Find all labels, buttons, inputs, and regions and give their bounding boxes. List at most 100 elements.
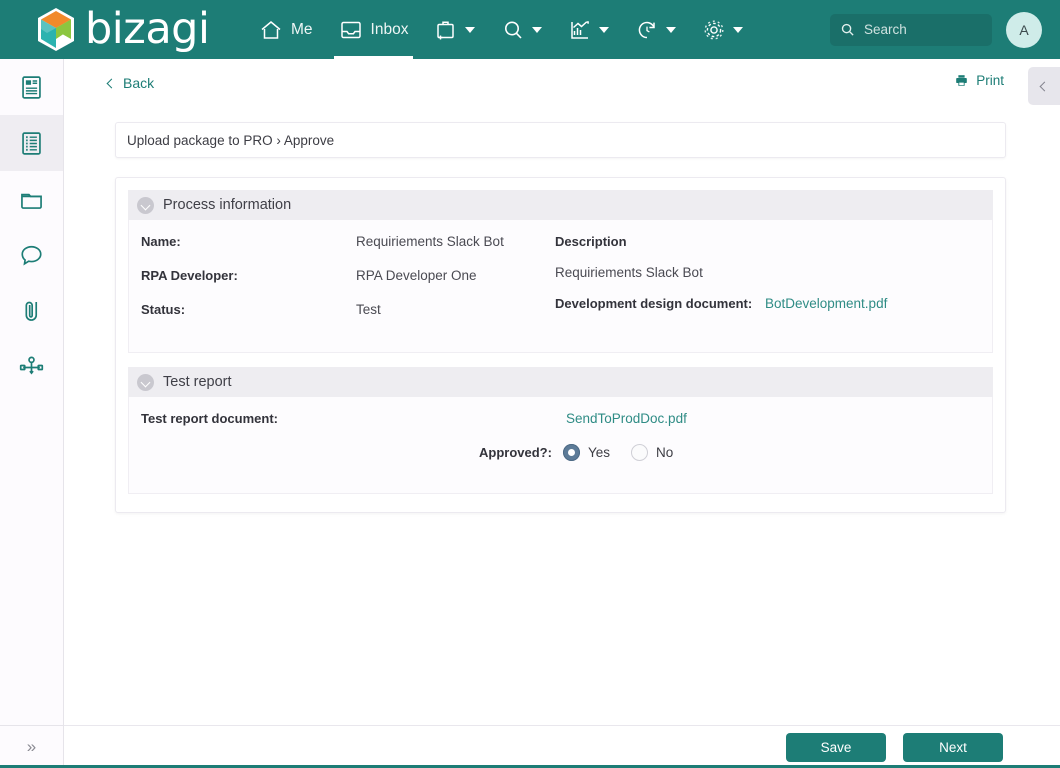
section-body-test-report: Test report document: SendToProdDoc.pdf … xyxy=(128,397,993,494)
field-label-name: Name: xyxy=(141,234,181,249)
section-header-process-information[interactable]: Process information xyxy=(128,190,993,220)
sidebar-item-attachments[interactable] xyxy=(0,283,63,339)
field-test-report-document: Test report document: SendToProdDoc.pdf xyxy=(129,411,992,426)
chevron-down-icon-analytics xyxy=(599,26,610,33)
field-label-test-report-document: Test report document: xyxy=(141,411,278,426)
section-body-process-information: Name: Requiriements Slack Bot RPA Develo… xyxy=(128,220,993,353)
chevron-down-icon-process-information[interactable] xyxy=(137,196,154,214)
chevron-left-icon-back xyxy=(106,78,117,88)
field-development-design-document: Development design document: BotDevelopm… xyxy=(555,296,992,327)
comment-bubble-icon xyxy=(21,245,42,266)
breadcrumb-text: Upload package to PRO › Approve xyxy=(127,132,335,148)
bizagi-work-portal: bizagi Me Inbox Search A » Back Print Up… xyxy=(0,0,1060,768)
search-box[interactable] xyxy=(830,13,992,46)
breadcrumb: Upload package to PRO › Approve xyxy=(115,122,1006,158)
field-label-development-design-document: Development design document: xyxy=(555,296,753,311)
avatar-initial: A xyxy=(1019,21,1029,38)
left-icon-rail: » xyxy=(0,59,64,768)
field-value-status: Test xyxy=(356,302,381,317)
section-header-test-report[interactable]: Test report xyxy=(128,367,993,397)
chevron-down-icon-new-case xyxy=(465,26,476,33)
field-description-label: Description xyxy=(555,234,992,265)
process-flow-icon xyxy=(19,356,44,374)
print-label: Print xyxy=(976,73,1004,88)
header-right-group: A xyxy=(830,11,1060,48)
radio-option-no[interactable]: No xyxy=(630,444,674,461)
back-button[interactable]: Back xyxy=(106,75,155,91)
link-bot-development-pdf[interactable]: BotDevelopment.pdf xyxy=(765,296,887,311)
search-icon xyxy=(841,23,854,36)
nav-item-search[interactable] xyxy=(488,0,555,59)
radio-button-no[interactable] xyxy=(630,444,648,461)
field-label-status: Status: xyxy=(141,302,186,317)
sidebar-item-folders[interactable] xyxy=(0,171,63,227)
avatar[interactable]: A xyxy=(1006,11,1042,48)
radio-label-no: No xyxy=(655,445,674,460)
field-approved: Approved?: Yes No xyxy=(129,444,992,461)
link-send-to-prod-doc-pdf[interactable]: SendToProdDoc.pdf xyxy=(566,411,687,426)
form-footer: Save Next xyxy=(64,725,1060,768)
nav-item-analytics[interactable] xyxy=(555,0,622,59)
radio-button-yes[interactable] xyxy=(562,444,580,461)
field-status: Status: Test xyxy=(141,302,554,336)
field-label-description: Description xyxy=(555,234,627,249)
printer-icon xyxy=(956,75,968,86)
section-title-process-information: Process information xyxy=(163,197,292,213)
refresh-clock-icon xyxy=(639,21,656,38)
sidebar-item-comments[interactable] xyxy=(0,227,63,283)
field-label-rpa-developer: RPA Developer: xyxy=(141,268,238,283)
chevron-left-icon-collapse xyxy=(1039,81,1049,91)
field-label-approved: Approved?: xyxy=(479,445,552,460)
search-input[interactable] xyxy=(864,22,982,37)
nav-item-settings[interactable] xyxy=(689,0,756,59)
folder-icon xyxy=(21,193,42,209)
paperclip-icon xyxy=(25,301,38,321)
panel-collapse-button[interactable] xyxy=(1028,67,1060,105)
nav-label-me: Me xyxy=(291,20,313,38)
field-value-rpa-developer: RPA Developer One xyxy=(356,268,477,283)
nav-item-me[interactable]: Me xyxy=(246,0,326,59)
next-button[interactable]: Next xyxy=(903,732,1003,762)
content-area: Back Print Upload package to PRO › Appro… xyxy=(64,59,1060,768)
task-form-card: Process information Name: Requiriements … xyxy=(115,177,1006,513)
chart-trend-icon xyxy=(571,20,590,39)
chevron-down-icon-test-report[interactable] xyxy=(137,373,154,391)
back-label: Back xyxy=(123,75,155,91)
nav-item-recent[interactable] xyxy=(622,0,689,59)
brand-wordmark: bizagi xyxy=(85,4,210,54)
sidebar-expand-button[interactable]: » xyxy=(0,725,63,768)
print-button[interactable]: Print xyxy=(954,73,1004,88)
briefcase-plus-icon xyxy=(437,20,455,39)
field-rpa-developer: RPA Developer: RPA Developer One xyxy=(141,268,554,302)
main-nav: Me Inbox xyxy=(246,0,756,59)
document-news-icon xyxy=(22,75,41,99)
radio-label-yes: Yes xyxy=(587,445,610,460)
magnifier-icon xyxy=(505,21,523,39)
sidebar-expand-label: » xyxy=(26,737,37,756)
inbox-tray-icon xyxy=(340,21,361,38)
nav-label-inbox: Inbox xyxy=(370,20,409,38)
field-value-name: Requiriements Slack Bot xyxy=(356,234,504,249)
nav-item-inbox[interactable]: Inbox xyxy=(326,0,422,59)
radio-option-yes[interactable]: Yes xyxy=(562,444,610,461)
form-list-icon xyxy=(22,131,41,155)
nav-item-new-case[interactable] xyxy=(421,0,488,59)
save-button[interactable]: Save xyxy=(786,732,886,762)
section-title-test-report: Test report xyxy=(163,374,232,390)
sidebar-item-process-diagram[interactable] xyxy=(0,339,63,395)
chevron-down-icon-search xyxy=(532,26,543,33)
chevron-down-icon-settings xyxy=(733,26,744,33)
top-header: bizagi Me Inbox Search A xyxy=(0,0,1060,59)
home-icon xyxy=(261,20,281,39)
sidebar-item-news[interactable] xyxy=(0,59,63,115)
field-name: Name: Requiriements Slack Bot xyxy=(141,234,554,268)
brand-logo-group[interactable]: bizagi xyxy=(0,7,246,52)
field-description-value: Requiriements Slack Bot xyxy=(555,265,992,296)
field-value-description: Requiriements Slack Bot xyxy=(555,265,703,280)
sidebar-item-forms[interactable] xyxy=(0,115,63,171)
process-info-right-column: Description Requiriements Slack Bot Deve… xyxy=(554,234,992,336)
gear-icon xyxy=(704,19,724,40)
chevron-down-icon-recent xyxy=(666,26,677,33)
content-toolbar: Back Print xyxy=(64,59,1060,107)
bizagi-hexagon-logo-icon xyxy=(38,8,74,51)
